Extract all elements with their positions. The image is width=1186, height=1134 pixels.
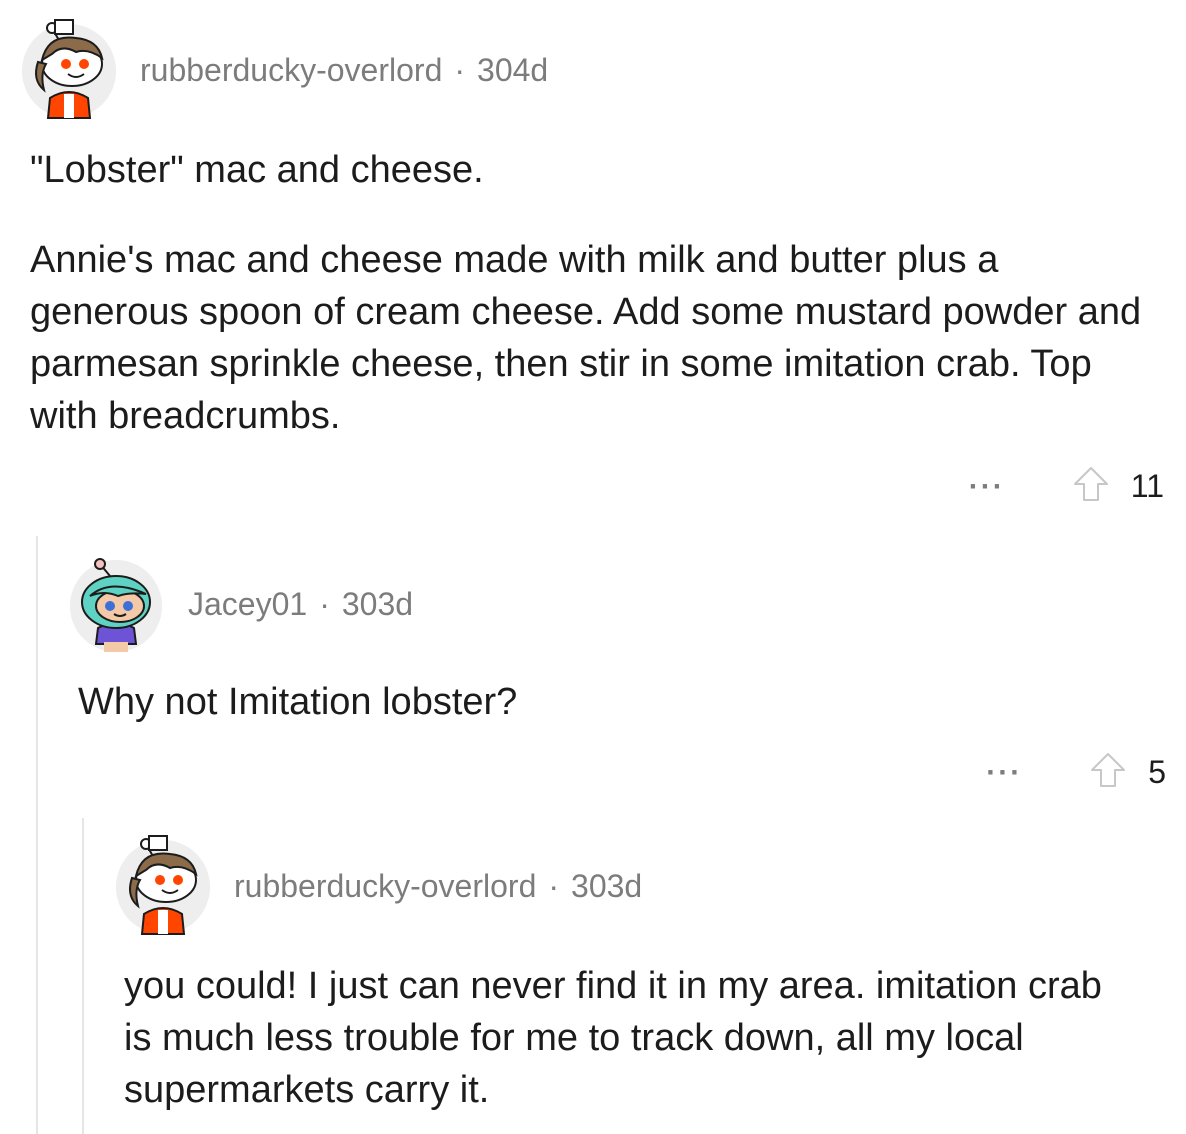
comment-body-paragraph: you could! I just can never find it in m… <box>124 965 1102 1111</box>
snoo-avatar-icon <box>70 558 162 652</box>
separator-dot: · <box>454 52 466 88</box>
separator-dot: · <box>548 868 560 904</box>
separator-dot: · <box>319 586 330 622</box>
vote-count: 11 <box>1130 468 1164 504</box>
snoo-avatar-icon <box>116 835 210 935</box>
comment-age: 303d <box>571 868 643 904</box>
upvote-button[interactable] <box>1071 464 1111 509</box>
username[interactable]: rubberducky-overlord <box>234 868 536 905</box>
avatar[interactable] <box>116 835 210 935</box>
comment-age: 303d <box>341 586 414 622</box>
comment-age: 304d <box>477 52 549 88</box>
username[interactable]: rubberducky-overlord <box>140 52 442 89</box>
upvote-button[interactable] <box>1088 750 1128 795</box>
comment-body-paragraph: Annie's mac and cheese made with milk an… <box>30 239 1142 437</box>
more-options-button[interactable]: ··· <box>986 757 1022 788</box>
username[interactable]: Jacey01 <box>188 586 307 623</box>
more-options-button[interactable]: ··· <box>969 471 1005 502</box>
upvote-arrow-icon <box>1091 753 1126 787</box>
avatar[interactable] <box>70 558 162 652</box>
avatar[interactable] <box>22 19 116 119</box>
comment-body-paragraph: "Lobster" mac and cheese. <box>30 149 484 191</box>
comment-body-paragraph: Why not Imitation lobster? <box>78 681 518 723</box>
upvote-arrow-icon <box>1073 467 1108 501</box>
thread-line-level-2[interactable] <box>82 818 84 1134</box>
thread-line-level-1[interactable] <box>36 536 38 1134</box>
snoo-avatar-icon <box>22 19 116 119</box>
vote-count: 5 <box>1148 754 1166 790</box>
